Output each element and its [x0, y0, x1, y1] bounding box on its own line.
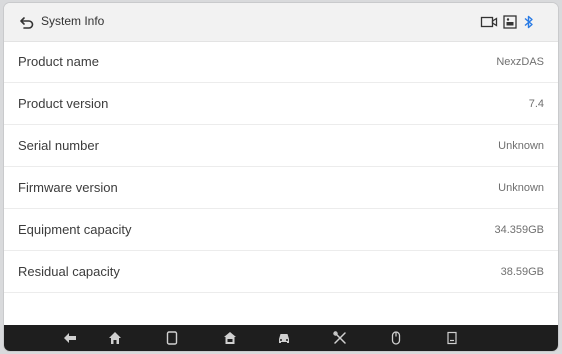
vehicle-icon[interactable]	[276, 330, 292, 346]
bluetooth-icon[interactable]	[521, 14, 537, 30]
screenshot-icon[interactable]	[444, 330, 460, 346]
row-label: Equipment capacity	[18, 222, 132, 237]
system-info-list: Product name NexzDAS Product version 7.4…	[4, 41, 558, 293]
recent-apps-icon[interactable]	[164, 330, 180, 346]
mouse-icon[interactable]	[388, 330, 404, 346]
row-label: Residual capacity	[18, 264, 120, 279]
info-row-equipment-capacity: Equipment capacity 34.359GB	[4, 209, 558, 251]
video-icon[interactable]	[480, 14, 498, 30]
info-row-residual-capacity: Residual capacity 38.59GB	[4, 251, 558, 293]
page-title: System Info	[41, 14, 105, 28]
info-row-firmware-version: Firmware version Unknown	[4, 167, 558, 209]
row-value: 38.59GB	[500, 265, 544, 278]
shop-icon[interactable]	[222, 330, 238, 346]
row-value: NexzDAS	[496, 55, 544, 68]
row-value: 7.4	[528, 97, 544, 110]
back-arrow-icon[interactable]	[62, 330, 78, 346]
app-window: System Info Product name NexzDAS Product…	[4, 3, 558, 351]
row-value: Unknown	[498, 139, 544, 152]
row-value: Unknown	[498, 181, 544, 194]
info-row-product-name: Product name NexzDAS	[4, 41, 558, 83]
bottom-navigation-bar	[4, 325, 558, 351]
tools-icon[interactable]	[332, 330, 348, 346]
title-bar: System Info	[4, 3, 558, 42]
row-label: Product name	[18, 54, 99, 69]
home-icon[interactable]	[107, 330, 123, 346]
image-icon[interactable]	[502, 14, 518, 30]
row-label: Product version	[18, 96, 109, 111]
info-row-serial-number: Serial number Unknown	[4, 125, 558, 167]
row-label: Firmware version	[18, 180, 118, 195]
back-icon[interactable]	[18, 13, 36, 31]
row-label: Serial number	[18, 138, 99, 153]
row-value: 34.359GB	[494, 223, 544, 236]
info-row-product-version: Product version 7.4	[4, 83, 558, 125]
